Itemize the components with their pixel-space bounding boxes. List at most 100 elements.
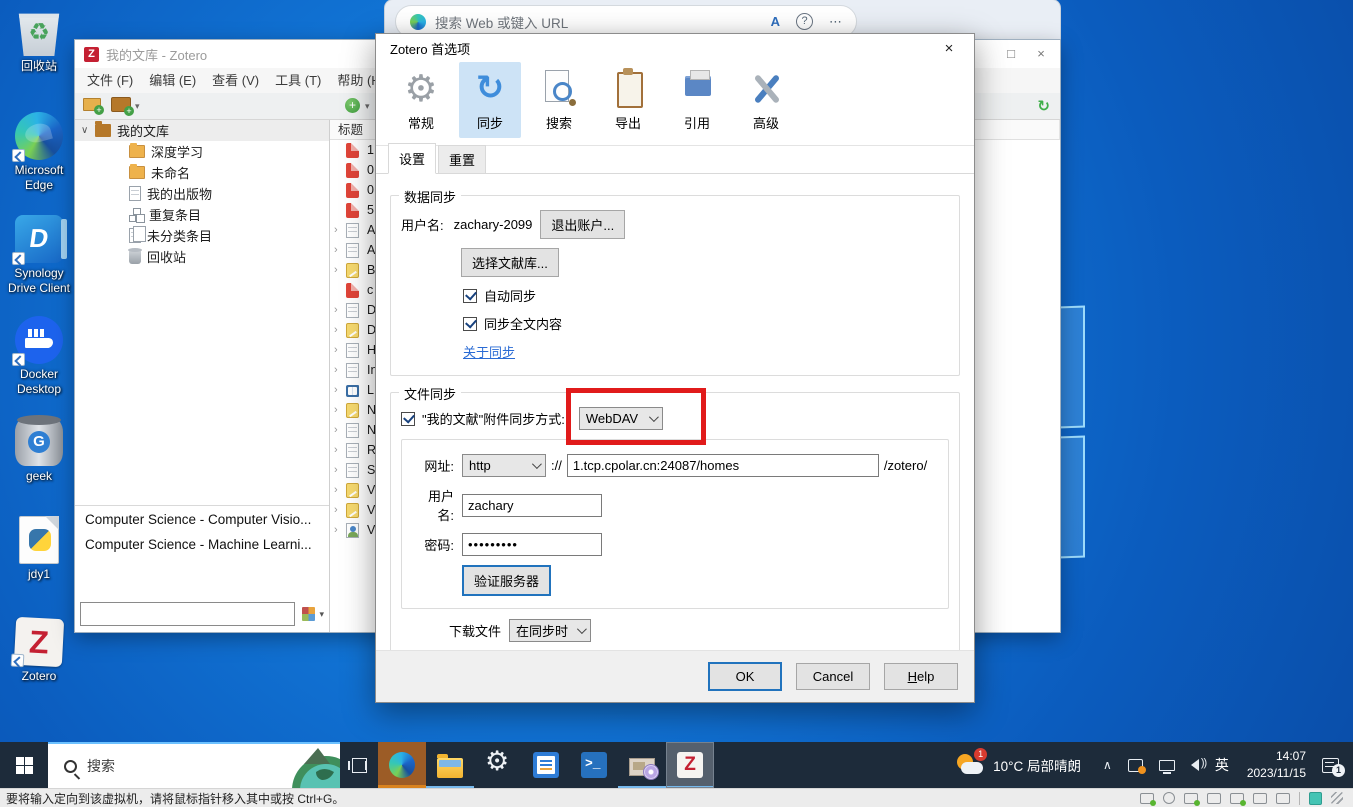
- expand-chevron-icon[interactable]: [334, 344, 346, 356]
- desktop-icon[interactable]: 回收站: [1, 8, 77, 74]
- vm-usb2-icon[interactable]: [1276, 792, 1290, 804]
- collection-row[interactable]: 深度学习: [75, 141, 329, 162]
- collection-row[interactable]: 回收站: [75, 246, 329, 267]
- prefs-tab[interactable]: 重置: [438, 145, 487, 174]
- help-icon[interactable]: ?: [796, 13, 813, 30]
- prefs-toolbar-item[interactable]: 高级: [735, 62, 797, 138]
- choose-library-button[interactable]: 选择文献库...: [461, 248, 559, 277]
- taskbar-app-button[interactable]: [522, 742, 570, 788]
- taskbar-app-button[interactable]: [618, 742, 666, 788]
- new-item-icon[interactable]: +: [345, 98, 360, 113]
- vm-disk-icon[interactable]: [1140, 792, 1156, 806]
- expand-chevron-icon[interactable]: [334, 504, 346, 516]
- desktop-icon[interactable]: Docker Desktop: [1, 316, 77, 397]
- prefs-toolbar-item[interactable]: 搜索: [528, 62, 590, 138]
- expand-chevron-icon[interactable]: [334, 224, 346, 236]
- weather-widget[interactable]: 1 10°C 局部晴朗: [957, 748, 1081, 778]
- notification-center-icon[interactable]: 1: [1322, 757, 1345, 777]
- prefs-toolbar-item[interactable]: 常规: [390, 62, 452, 138]
- taskbar-app-button[interactable]: [666, 742, 714, 788]
- webdav-username-input[interactable]: zachary: [462, 493, 602, 517]
- expand-chevron-icon[interactable]: [334, 264, 346, 276]
- prefs-titlebar[interactable]: Zotero 首选项 ×: [376, 34, 974, 62]
- expand-chevron-icon[interactable]: [334, 364, 346, 376]
- prefs-toolbar-item[interactable]: 同步: [459, 62, 521, 138]
- tag-item[interactable]: Computer Science - Machine Learni...: [75, 531, 329, 556]
- prefs-tab[interactable]: 设置: [388, 143, 437, 174]
- expand-chevron-icon[interactable]: [334, 524, 346, 536]
- tray-overflow-chevron-icon[interactable]: ∧: [1103, 758, 1112, 772]
- expand-chevron-icon[interactable]: [334, 404, 346, 416]
- tag-filter-input[interactable]: [80, 602, 295, 626]
- prefs-toolbar-item[interactable]: 引用: [666, 62, 728, 138]
- new-library-icon[interactable]: [111, 97, 134, 116]
- expand-chevron-icon[interactable]: [334, 464, 346, 476]
- vm-cdrom-icon[interactable]: [1163, 792, 1175, 804]
- webdav-password-input[interactable]: •••••••••: [462, 533, 602, 556]
- collection-row[interactable]: 我的出版物: [75, 183, 329, 204]
- sync-icon[interactable]: ↻: [1037, 97, 1050, 115]
- menu-item[interactable]: 工具 (T): [267, 68, 329, 93]
- collection-row[interactable]: ∨ 我的文库: [75, 120, 329, 141]
- tag-item[interactable]: Computer Science - Computer Visio...: [75, 506, 329, 531]
- tag-options-caret-icon[interactable]: ▾: [319, 609, 324, 620]
- verify-server-button[interactable]: 验证服务器: [462, 565, 552, 596]
- language-indicator[interactable]: 英: [1215, 755, 1229, 775]
- expand-chevron-icon[interactable]: [334, 384, 346, 396]
- protocol-dropdown[interactable]: http: [462, 454, 546, 477]
- desktop-icon[interactable]: Zotero: [1, 616, 77, 684]
- new-item-caret-icon[interactable]: ▾: [365, 101, 370, 112]
- desktop-icon[interactable]: geek: [1, 415, 77, 484]
- menu-item[interactable]: 文件 (F): [79, 68, 141, 93]
- attachment-sync-checkbox[interactable]: [401, 411, 415, 426]
- expand-chevron-icon[interactable]: [334, 324, 346, 336]
- vm-sound-icon[interactable]: [1230, 792, 1246, 806]
- start-button[interactable]: [0, 742, 48, 788]
- maximize-icon[interactable]: □: [996, 45, 1026, 63]
- tree-caret-icon[interactable]: ∨: [81, 125, 95, 136]
- webdav-url-input[interactable]: 1.tcp.cpolar.cn:24087/homes: [566, 454, 879, 477]
- collection-row[interactable]: 重复条目: [75, 204, 329, 225]
- download-files-dropdown[interactable]: 在同步时: [509, 619, 592, 642]
- read-aloud-icon[interactable]: A: [771, 14, 780, 29]
- auto-sync-checkbox[interactable]: [463, 288, 477, 303]
- vmware-tools-icon[interactable]: [1127, 758, 1146, 774]
- collection-row[interactable]: 未命名: [75, 162, 329, 183]
- taskbar-app-button[interactable]: [570, 742, 618, 788]
- tag-color-grid-icon[interactable]: [301, 607, 316, 621]
- clock[interactable]: 14:07 2023/11/15: [1247, 748, 1306, 783]
- expand-chevron-icon[interactable]: [334, 424, 346, 436]
- more-menu-icon[interactable]: ⋯: [829, 14, 842, 30]
- ok-button[interactable]: OK: [708, 662, 782, 691]
- desktop-icon[interactable]: Synology Drive Client: [1, 215, 77, 296]
- search-highlight-image[interactable]: [264, 744, 340, 788]
- cancel-button[interactable]: Cancel: [796, 663, 870, 690]
- resize-grip-icon[interactable]: [1331, 792, 1343, 804]
- expand-chevron-icon[interactable]: [334, 484, 346, 496]
- vm-printer-icon[interactable]: [1207, 792, 1221, 804]
- vm-network-icon[interactable]: [1184, 792, 1200, 806]
- new-collection-icon[interactable]: [83, 98, 104, 115]
- about-sync-link[interactable]: 关于同步: [463, 342, 515, 361]
- vm-message-icon[interactable]: [1309, 791, 1322, 805]
- full-text-sync-checkbox[interactable]: [463, 316, 477, 331]
- collection-row[interactable]: 未分类条目: [75, 225, 329, 246]
- task-view-button[interactable]: [340, 742, 378, 788]
- taskbar-app-button[interactable]: [378, 742, 426, 788]
- taskbar-app-button[interactable]: [426, 742, 474, 788]
- close-icon[interactable]: ×: [936, 40, 962, 57]
- desktop-icon[interactable]: Microsoft Edge: [1, 112, 77, 193]
- close-icon[interactable]: ×: [1026, 45, 1056, 63]
- help-button[interactable]: Help: [884, 663, 958, 690]
- vm-usb-icon[interactable]: [1253, 792, 1267, 804]
- network-icon[interactable]: [1158, 759, 1175, 774]
- desktop-icon[interactable]: jdy1: [1, 516, 77, 582]
- taskbar-search-box[interactable]: 搜索: [48, 742, 340, 788]
- expand-chevron-icon[interactable]: [334, 444, 346, 456]
- prefs-toolbar-item[interactable]: 导出: [597, 62, 659, 138]
- logout-button[interactable]: 退出账户...: [540, 210, 626, 239]
- menu-item[interactable]: 查看 (V): [204, 68, 267, 93]
- expand-chevron-icon[interactable]: [334, 304, 346, 316]
- new-library-caret-icon[interactable]: ▾: [135, 101, 140, 112]
- volume-icon[interactable]: [1190, 757, 1206, 771]
